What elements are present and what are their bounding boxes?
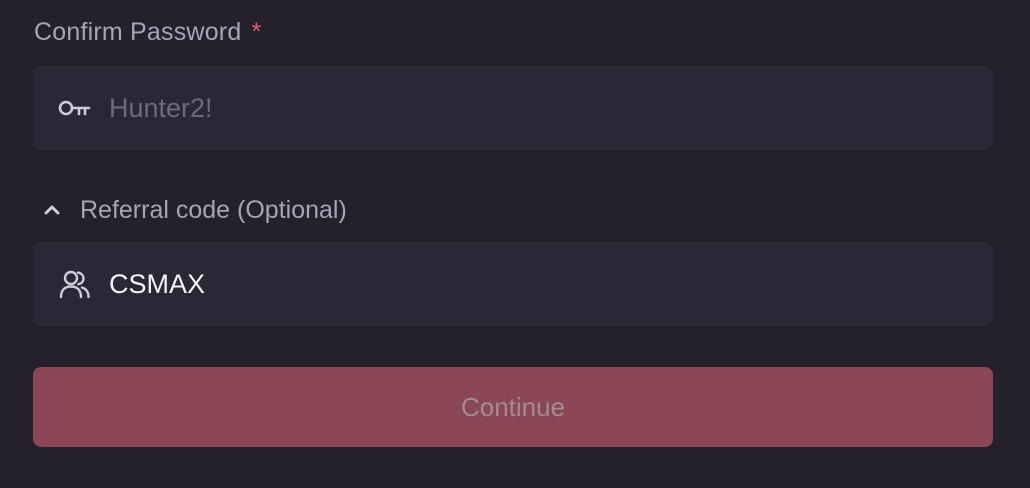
referral-code-toggle-label: Referral code (Optional): [80, 195, 347, 224]
signup-form-section: Confirm Password * Referral code (Option…: [0, 0, 1030, 488]
users-icon: [57, 266, 93, 302]
confirm-password-label-row: Confirm Password *: [34, 14, 261, 50]
referral-code-toggle[interactable]: Referral code (Optional): [38, 192, 347, 228]
continue-button[interactable]: Continue: [33, 367, 993, 447]
referral-code-input[interactable]: [109, 268, 929, 300]
confirm-password-label: Confirm Password: [34, 17, 242, 46]
confirm-password-field[interactable]: [33, 66, 993, 150]
required-asterisk: *: [251, 17, 262, 46]
referral-code-field[interactable]: [33, 242, 993, 326]
key-icon: [57, 90, 93, 126]
confirm-password-input[interactable]: [109, 92, 929, 124]
chevron-up-icon: [38, 196, 66, 224]
